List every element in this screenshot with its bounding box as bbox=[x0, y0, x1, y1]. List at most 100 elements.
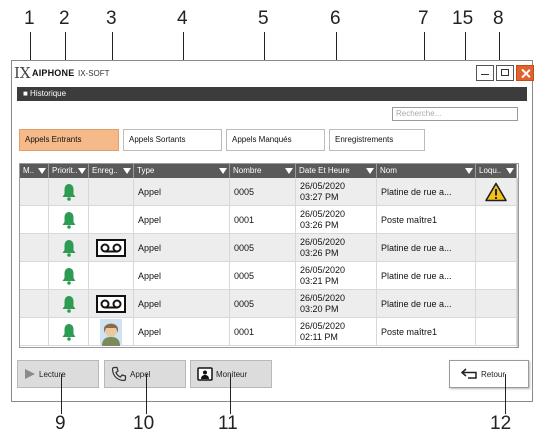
priority-cell bbox=[49, 262, 89, 290]
priority-cell bbox=[49, 234, 89, 262]
warning-icon bbox=[485, 182, 507, 202]
phone-icon bbox=[111, 366, 127, 382]
leader-line-11 bbox=[230, 374, 231, 414]
title-bar: IX AIPHONE IX-SOFT bbox=[12, 61, 534, 85]
tab-outgoing-calls[interactable]: Appels Sortants bbox=[123, 129, 222, 151]
bell-icon bbox=[62, 212, 75, 229]
date-time-cell: 26/05/2020 02:11 PM bbox=[296, 318, 377, 346]
callout-8: 8 bbox=[493, 8, 504, 29]
ix-soft-window: IX AIPHONE IX-SOFT ■ Historique Recherch… bbox=[11, 60, 534, 402]
name-cell: Platine de rue a... bbox=[377, 234, 476, 262]
brand-name: AIPHONE bbox=[32, 68, 75, 78]
message-cell bbox=[20, 318, 49, 346]
maximize-button[interactable] bbox=[496, 65, 514, 81]
message-cell bbox=[20, 178, 49, 206]
column-header-message[interactable]: M.. bbox=[20, 164, 49, 178]
sort-arrow-icon bbox=[123, 168, 131, 174]
table-row[interactable]: Appel 0001 26/05/2020 02:11 PM Poste maît… bbox=[20, 318, 517, 346]
call-button[interactable]: Appel bbox=[104, 360, 186, 388]
sort-arrow-icon bbox=[366, 168, 374, 174]
bell-icon bbox=[62, 184, 75, 201]
number-cell: 0005 bbox=[230, 178, 296, 206]
message-cell bbox=[20, 290, 49, 318]
leader-line-10 bbox=[146, 374, 147, 414]
priority-cell bbox=[49, 206, 89, 234]
callout-5: 5 bbox=[258, 8, 269, 29]
tape-icon bbox=[96, 295, 126, 313]
callout-2: 2 bbox=[59, 8, 70, 29]
date-time-cell: 26/05/2020 03:20 PM bbox=[296, 290, 377, 318]
column-header-number[interactable]: Nombre bbox=[230, 164, 296, 178]
recording-cell bbox=[89, 178, 134, 206]
callout-12: 12 bbox=[490, 413, 512, 434]
play-button[interactable]: Lecture bbox=[17, 360, 99, 388]
back-button[interactable]: Retour bbox=[449, 360, 529, 388]
message-cell bbox=[20, 206, 49, 234]
lock-cell bbox=[476, 178, 517, 206]
table-row[interactable]: Appel 0005 26/05/2020 03:27 PM Platine de… bbox=[20, 178, 517, 206]
type-cell: Appel bbox=[134, 290, 230, 318]
picture-icon bbox=[100, 318, 122, 346]
leader-line-12 bbox=[505, 374, 506, 414]
number-cell: 0001 bbox=[230, 206, 296, 234]
table-row[interactable]: Appel 0005 26/05/2020 03:20 PM Platine de… bbox=[20, 290, 517, 318]
column-header-recording[interactable]: Enreg.. bbox=[89, 164, 134, 178]
column-header-type[interactable]: Type bbox=[134, 164, 230, 178]
table-row[interactable]: Appel 0001 26/05/2020 03:26 PM Poste maît… bbox=[20, 206, 517, 234]
date-time-cell: 26/05/2020 03:26 PM bbox=[296, 206, 377, 234]
recording-cell bbox=[89, 318, 134, 346]
priority-cell bbox=[49, 290, 89, 318]
leader-line-9 bbox=[61, 374, 62, 414]
vertical-scrollbar[interactable] bbox=[517, 178, 518, 347]
name-cell: Poste maître1 bbox=[377, 318, 476, 346]
column-header-priority[interactable]: Priorit.. bbox=[49, 164, 89, 178]
column-header-date-time[interactable]: Date Et Heure bbox=[296, 164, 377, 178]
name-cell: Platine de rue a... bbox=[377, 178, 476, 206]
date-time-cell: 26/05/2020 03:27 PM bbox=[296, 178, 377, 206]
sort-arrow-icon bbox=[506, 168, 514, 174]
lock-cell bbox=[476, 290, 517, 318]
history-table: M.. Priorit.. Enreg.. Type Nombre Date E… bbox=[19, 163, 519, 348]
number-cell: 0001 bbox=[230, 318, 296, 346]
monitor-button[interactable]: Moniteur bbox=[190, 360, 272, 388]
column-header-lock[interactable]: Loqu.. bbox=[476, 164, 517, 178]
name-cell: Poste maître1 bbox=[377, 206, 476, 234]
number-cell: 0005 bbox=[230, 290, 296, 318]
bell-icon bbox=[62, 296, 75, 313]
sort-arrow-icon bbox=[219, 168, 227, 174]
type-cell: Appel bbox=[134, 234, 230, 262]
product-name: IX-SOFT bbox=[78, 69, 110, 78]
lock-cell bbox=[476, 234, 517, 262]
column-header-name[interactable]: Nom bbox=[377, 164, 476, 178]
recording-cell bbox=[89, 206, 134, 234]
tab-recordings[interactable]: Enregistrements bbox=[329, 129, 425, 151]
section-title: ■ Historique bbox=[17, 87, 527, 101]
close-button[interactable] bbox=[516, 65, 534, 81]
tab-incoming-calls[interactable]: Appels Entrants bbox=[19, 129, 119, 151]
search-input[interactable]: Recherche... bbox=[392, 107, 518, 121]
play-icon bbox=[25, 369, 35, 379]
sort-arrow-icon bbox=[78, 168, 86, 174]
lock-cell bbox=[476, 318, 517, 346]
recording-cell bbox=[89, 262, 134, 290]
priority-cell bbox=[49, 318, 89, 346]
bell-icon bbox=[62, 324, 75, 341]
tape-icon bbox=[96, 239, 126, 257]
tab-missed-calls[interactable]: Appels Manqués bbox=[226, 129, 325, 151]
table-row[interactable]: Appel 0005 26/05/2020 03:26 PM Platine de… bbox=[20, 234, 517, 262]
callout-11: 11 bbox=[218, 413, 238, 434]
name-cell: Platine de rue a... bbox=[377, 290, 476, 318]
callout-15: 15 bbox=[452, 8, 474, 29]
message-cell bbox=[20, 262, 49, 290]
date-time-cell: 26/05/2020 03:26 PM bbox=[296, 234, 377, 262]
callout-4: 4 bbox=[177, 8, 188, 29]
table-row[interactable]: Appel 0005 26/05/2020 03:21 PM Platine de… bbox=[20, 262, 517, 290]
return-arrow-icon bbox=[460, 368, 477, 379]
callout-9: 9 bbox=[55, 413, 66, 434]
sort-arrow-icon bbox=[465, 168, 473, 174]
minimize-button[interactable] bbox=[476, 65, 494, 81]
priority-cell bbox=[49, 178, 89, 206]
type-cell: Appel bbox=[134, 206, 230, 234]
bell-icon bbox=[62, 240, 75, 257]
sort-arrow-icon bbox=[285, 168, 293, 174]
